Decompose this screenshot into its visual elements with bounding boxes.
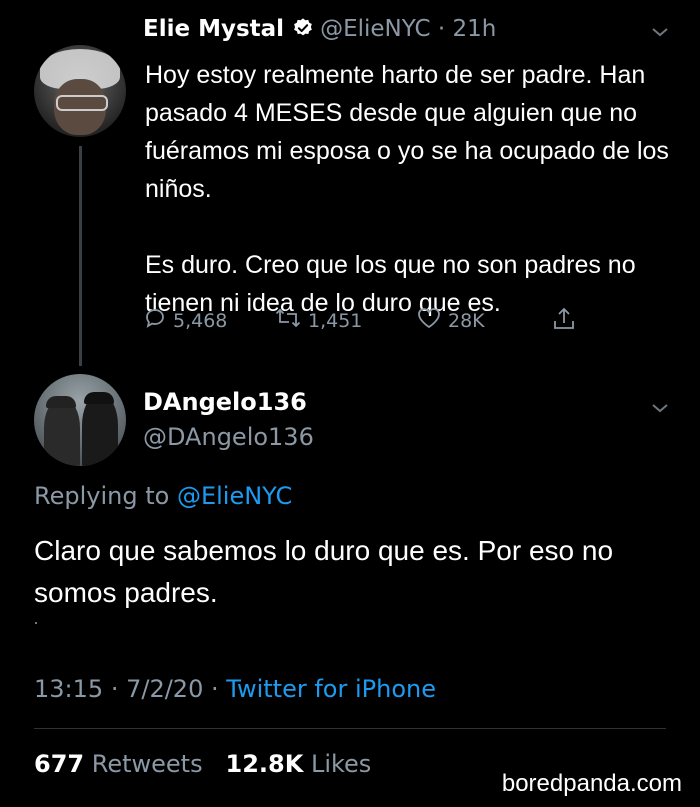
share-button[interactable] [552,306,576,337]
avatar-person-left [44,400,80,466]
tweet-text: Claro que sabemos lo duro que es. Por es… [34,535,614,608]
reply-icon [143,306,167,335]
stray-mark [35,622,37,624]
author-name[interactable]: DAngelo136 [143,388,307,416]
retweets-stat[interactable]: 677 Retweets [34,750,203,778]
watermark: boredpanda.com [501,770,682,797]
verified-badge-icon [292,17,314,45]
like-button[interactable]: 28K [416,306,485,335]
avatar-cap-left [46,396,76,408]
avatar[interactable] [34,45,126,137]
tweet-date[interactable]: 7/2/20 [126,675,203,703]
avatar[interactable] [34,374,126,466]
like-icon [416,306,442,335]
chevron-down-icon[interactable] [650,396,670,420]
meta-separator: · [210,675,219,703]
time-separator: · [437,16,446,42]
tweet-paragraph-1: Hoy estoy realmente harto de ser padre. … [145,61,669,203]
likes-label: Likes [310,750,372,778]
tweet-meta: 13:15 · 7/2/20 · Twitter for iPhone [34,675,436,703]
retweet-icon [274,306,302,335]
retweet-count: 1,451 [308,309,363,332]
chevron-down-icon[interactable] [650,20,670,44]
client-link[interactable]: Twitter for iPhone [226,675,436,703]
like-count: 28K [448,309,485,332]
share-icon [552,306,576,337]
reply-button[interactable]: 5,468 [143,306,227,335]
replying-to-handle[interactable]: @ElieNYC [177,482,292,510]
avatar-person-right [82,396,118,466]
replying-to-label: Replying to [34,482,170,510]
retweet-total: 677 [34,750,85,778]
meta-separator: · [110,675,119,703]
thread-connector-line [79,146,82,366]
author-name[interactable]: Elie Mystal [143,16,284,42]
tweet-text: Hoy estoy realmente harto de ser padre. … [145,56,675,322]
tweet-time[interactable]: 13:15 [34,675,103,703]
tweet-stats: 677 Retweets 12.8K Likes [34,750,371,778]
tweet-header: Elie Mystal @ElieNYC · 21h [143,16,496,45]
author-handle[interactable]: @ElieNYC [320,16,431,42]
likes-stat[interactable]: 12.8K Likes [226,750,372,778]
avatar-glasses [56,95,108,111]
avatar-cap-right [84,392,114,404]
like-total: 12.8K [225,750,304,778]
tweet-time[interactable]: 21h [453,16,497,42]
reply-count: 5,468 [173,309,228,332]
replying-to: Replying to @ElieNYC [34,482,292,510]
retweet-button[interactable]: 1,451 [274,306,362,335]
divider [34,728,666,729]
author-handle[interactable]: @DAngelo136 [143,423,314,451]
retweets-label: Retweets [91,750,203,778]
